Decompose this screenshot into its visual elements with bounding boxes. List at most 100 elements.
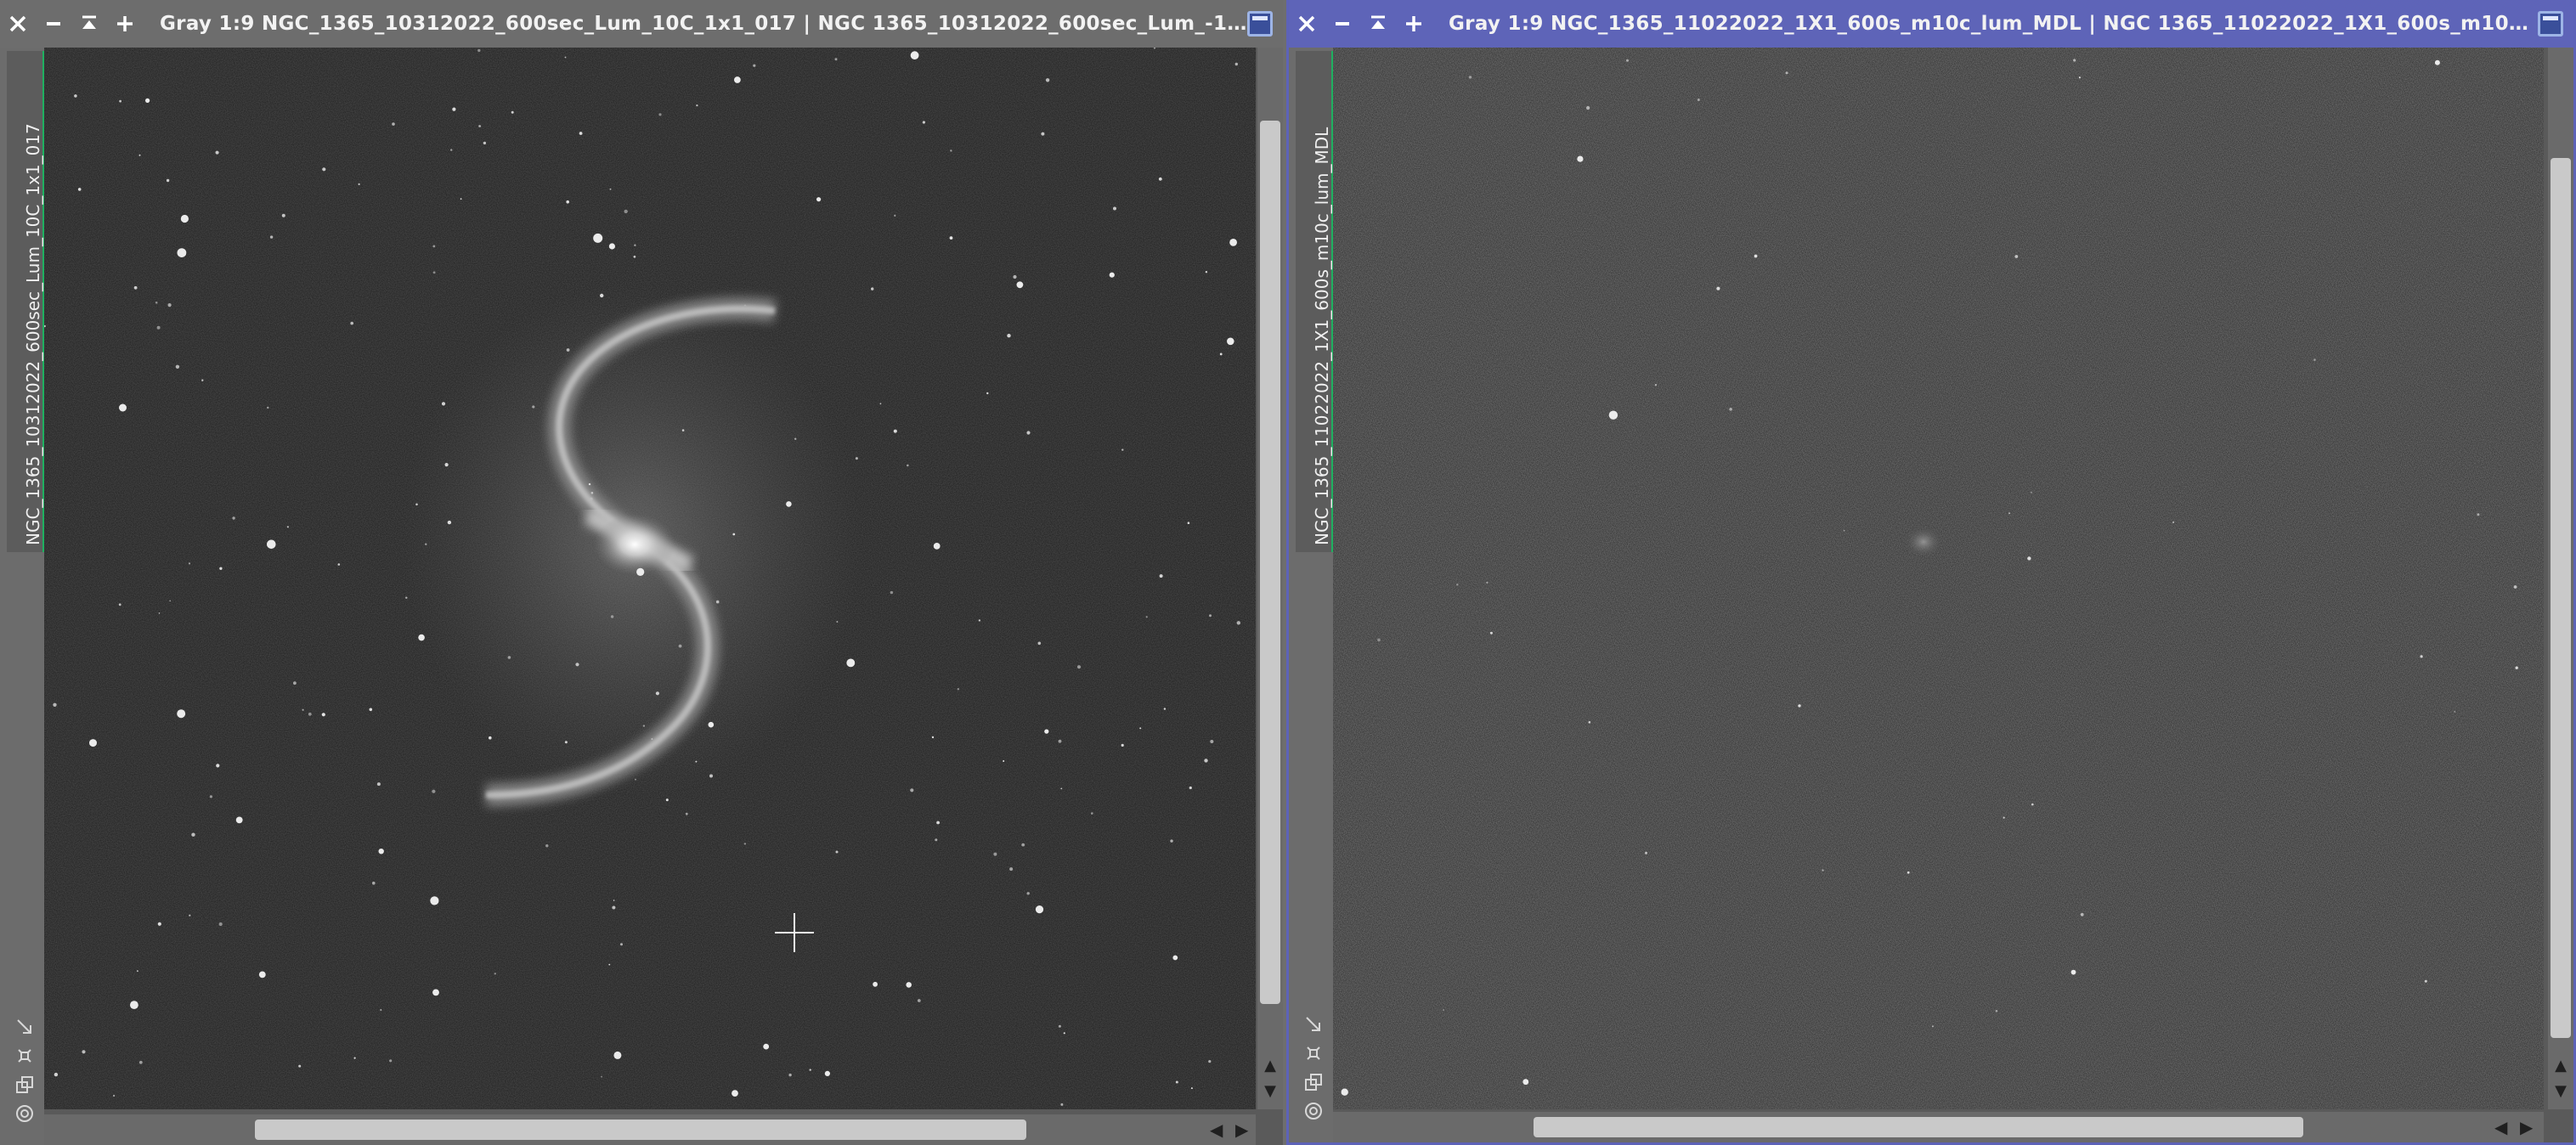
star bbox=[1121, 743, 1124, 747]
star bbox=[267, 406, 269, 409]
star bbox=[2434, 59, 2440, 65]
scroll-down-icon[interactable]: ▼ bbox=[1261, 1084, 1280, 1099]
image-window-right[interactable]: Gray 1:9 NGC_1365_11022022_1X1_600s_m10c… bbox=[1286, 0, 2576, 1145]
fit-arrow-icon[interactable] bbox=[1302, 1013, 1325, 1035]
star bbox=[1076, 665, 1082, 669]
star bbox=[696, 104, 698, 107]
star bbox=[1058, 1024, 1061, 1028]
scroll-up-icon[interactable]: ▲ bbox=[2551, 1058, 2570, 1074]
star bbox=[418, 634, 425, 641]
star bbox=[89, 739, 97, 747]
star bbox=[216, 764, 220, 768]
clone-icon[interactable] bbox=[14, 1074, 36, 1096]
star bbox=[369, 708, 373, 712]
star bbox=[118, 603, 121, 606]
star bbox=[635, 778, 636, 781]
horizontal-scroll-thumb[interactable] bbox=[1534, 1117, 2303, 1137]
star bbox=[444, 463, 449, 467]
star bbox=[432, 789, 436, 793]
star bbox=[155, 302, 158, 304]
star bbox=[816, 197, 822, 202]
title-bar[interactable]: Gray 1:9 NGC_1365_10312022_600sec_Lum_10… bbox=[0, 0, 1283, 48]
scroll-up-icon[interactable]: ▲ bbox=[1261, 1058, 1280, 1074]
close-icon[interactable] bbox=[1289, 0, 1325, 48]
star bbox=[167, 303, 172, 307]
side-toolbar: NGC_1365_10312022_600sec_Lum_10C_1x1_017 bbox=[0, 48, 46, 1145]
star bbox=[1021, 843, 1025, 847]
star bbox=[835, 850, 839, 854]
star bbox=[2172, 521, 2175, 524]
star bbox=[1204, 759, 1208, 763]
image-viewport[interactable] bbox=[1333, 48, 2544, 1109]
horizontal-scrollbar[interactable]: ◀ ▶ bbox=[1333, 1112, 2544, 1142]
zoom-fit-icon[interactable] bbox=[14, 1045, 36, 1067]
minimize-icon[interactable] bbox=[36, 0, 71, 48]
star bbox=[608, 243, 616, 250]
scroll-left-icon[interactable]: ◀ bbox=[2494, 1119, 2510, 1136]
vertical-scrollbar[interactable]: ▲ ▼ bbox=[2548, 48, 2573, 1109]
star bbox=[894, 214, 896, 217]
star bbox=[1822, 869, 1824, 871]
star bbox=[1145, 616, 1148, 618]
star bbox=[1063, 1032, 1065, 1035]
add-icon[interactable] bbox=[1396, 0, 1432, 48]
star bbox=[175, 364, 180, 369]
shade-up-icon[interactable] bbox=[71, 0, 107, 48]
star bbox=[978, 619, 981, 622]
star bbox=[890, 590, 894, 595]
star bbox=[1026, 892, 1030, 895]
scroll-right-icon[interactable]: ▶ bbox=[2520, 1119, 2535, 1136]
star bbox=[1172, 955, 1178, 961]
window-shade-button[interactable] bbox=[1247, 11, 1273, 37]
view-identifier-tab[interactable]: NGC_1365_10312022_600sec_Lum_10C_1x1_017 bbox=[7, 51, 46, 552]
star bbox=[613, 900, 615, 901]
image-window-left[interactable]: Gray 1:9 NGC_1365_10312022_600sec_Lum_10… bbox=[0, 0, 1283, 1145]
target-icon[interactable] bbox=[14, 1103, 36, 1125]
target-icon[interactable] bbox=[1302, 1100, 1325, 1122]
vertical-scrollbar[interactable]: ▲ ▼ bbox=[1257, 48, 1283, 1109]
star bbox=[392, 122, 395, 126]
star bbox=[2454, 710, 2456, 713]
window-shade-button[interactable] bbox=[2538, 11, 2563, 37]
star bbox=[950, 149, 952, 152]
shade-up-icon[interactable] bbox=[1360, 0, 1396, 48]
star bbox=[447, 520, 452, 525]
star bbox=[1654, 384, 1658, 386]
add-icon[interactable] bbox=[107, 0, 143, 48]
star bbox=[358, 183, 360, 185]
star bbox=[2070, 969, 2076, 975]
horizontal-scroll-thumb[interactable] bbox=[255, 1120, 1026, 1140]
star bbox=[575, 663, 579, 667]
star bbox=[1013, 274, 1017, 279]
minimize-icon[interactable] bbox=[1325, 0, 1360, 48]
star bbox=[157, 922, 161, 926]
star bbox=[600, 293, 604, 298]
star bbox=[350, 321, 354, 325]
scroll-left-icon[interactable]: ◀ bbox=[1210, 1121, 1225, 1138]
title-bar[interactable]: Gray 1:9 NGC_1365_11022022_1X1_600s_m10c… bbox=[1289, 0, 2573, 48]
image-viewport[interactable] bbox=[44, 48, 1256, 1109]
vertical-scroll-thumb[interactable] bbox=[1260, 121, 1280, 1004]
star bbox=[873, 981, 878, 987]
zoom-fit-icon[interactable] bbox=[1302, 1042, 1325, 1064]
star bbox=[1170, 839, 1173, 843]
view-identifier-tab[interactable]: NGC_1365_11022022_1X1_600s_m10c_lum_MDL bbox=[1296, 51, 1335, 552]
star bbox=[1932, 1025, 1934, 1028]
star bbox=[1044, 729, 1049, 734]
star bbox=[788, 1073, 792, 1077]
fit-arrow-icon[interactable] bbox=[14, 1016, 36, 1038]
star bbox=[590, 492, 594, 494]
star bbox=[1341, 1088, 1348, 1096]
scroll-right-icon[interactable]: ▶ bbox=[1235, 1121, 1251, 1138]
star bbox=[2078, 76, 2081, 79]
star bbox=[188, 562, 191, 565]
star bbox=[1489, 631, 1493, 635]
star bbox=[922, 121, 925, 124]
scroll-down-icon[interactable]: ▼ bbox=[2551, 1084, 2570, 1099]
star bbox=[337, 563, 341, 566]
star bbox=[993, 852, 997, 856]
vertical-scroll-thumb[interactable] bbox=[2551, 158, 2571, 1038]
close-icon[interactable] bbox=[0, 0, 36, 48]
horizontal-scrollbar[interactable]: ◀ ▶ bbox=[44, 1114, 1256, 1145]
clone-icon[interactable] bbox=[1302, 1071, 1325, 1093]
